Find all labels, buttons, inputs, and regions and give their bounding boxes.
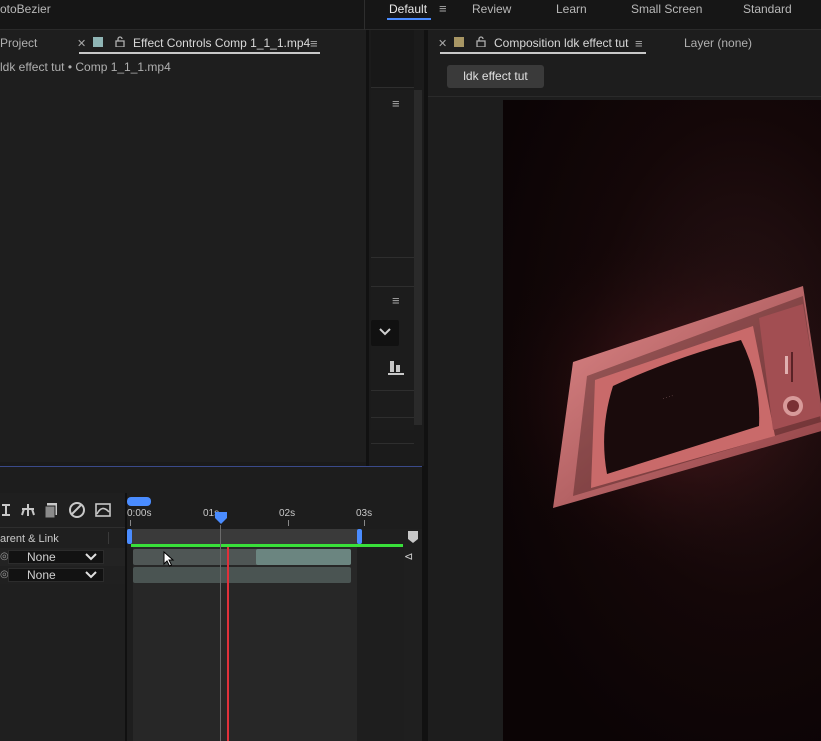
panel-color-swatch [93, 37, 103, 47]
current-time-indicator-head[interactable] [214, 511, 228, 525]
ruler-label-2: 02s [279, 508, 296, 519]
layer-bar-2[interactable] [133, 567, 351, 583]
chevron-down-icon[interactable] [85, 571, 97, 579]
strip-body [371, 90, 414, 430]
strip-header [371, 30, 414, 88]
draft-3d-icon[interactable] [68, 501, 86, 519]
timeline-header [0, 467, 422, 493]
motion-blur-icon[interactable] [19, 501, 37, 519]
divider [371, 286, 414, 287]
align-icon[interactable] [388, 359, 404, 375]
work-area-bar[interactable] [131, 529, 361, 544]
divider [371, 443, 414, 444]
work-area-start-handle[interactable] [127, 529, 132, 544]
divider [0, 527, 125, 528]
parent-dropdown-value: None [27, 550, 56, 564]
work-area-end-handle[interactable] [357, 529, 362, 544]
ruler-label-0: 0:00s [127, 508, 152, 519]
mouse-cursor-icon [163, 551, 175, 567]
workspace-default[interactable]: Default [389, 0, 427, 30]
tick [130, 520, 131, 526]
strip-scrollbar[interactable] [414, 90, 422, 425]
active-workspace-underline [387, 18, 431, 20]
parent-link-column-header: arent & Link [0, 533, 59, 545]
workspace-small-screen[interactable]: Small Screen [631, 0, 702, 30]
divider [371, 417, 414, 418]
tab-layer[interactable]: Layer (none) [684, 36, 752, 50]
graph-editor-icon[interactable] [94, 501, 112, 519]
workspace-learn[interactable]: Learn [556, 0, 587, 30]
app-title-fragment: otoBezier [0, 2, 51, 16]
panel-gutter [366, 30, 369, 466]
composition-viewer[interactable]: · · · · [503, 100, 821, 741]
parent-dropdown-value: None [27, 568, 56, 582]
workspace-bar: otoBezier Default ≡ Review Learn Small S… [0, 0, 821, 30]
close-icon[interactable]: ✕ [438, 37, 447, 50]
divider [108, 532, 109, 544]
hamburger-icon[interactable]: ≡ [392, 294, 400, 307]
chevron-down-icon[interactable] [378, 327, 392, 337]
tab-composition[interactable]: Composition ldk effect tut [494, 36, 629, 50]
current-time-indicator-line [220, 525, 221, 741]
panel-color-swatch [454, 37, 464, 47]
divider [428, 96, 821, 97]
active-tab-underline [440, 52, 646, 54]
divider [371, 257, 414, 258]
effect-controls-panel [0, 30, 366, 462]
close-icon[interactable]: ✕ [77, 37, 86, 50]
hamburger-icon[interactable]: ≡ [310, 37, 318, 50]
time-navigator-handle[interactable] [127, 497, 151, 506]
workspace-review[interactable]: Review [472, 0, 511, 30]
chevron-down-icon[interactable] [85, 553, 97, 561]
after-effects-window: otoBezier Default ≡ Review Learn Small S… [0, 0, 821, 741]
tick [288, 520, 289, 526]
tab-project[interactable]: Project [0, 36, 37, 50]
layer-bar-1-selected[interactable] [256, 549, 351, 565]
panel-gutter [424, 30, 428, 466]
frame-blending-icon[interactable] [43, 501, 61, 519]
tv-footage-frame: · · · · [503, 220, 821, 580]
hamburger-icon[interactable]: ≡ [392, 97, 400, 110]
panel-gutter [422, 466, 428, 741]
divider [364, 0, 365, 30]
lock-icon[interactable] [476, 36, 486, 47]
render-icon[interactable]: ⊲ [404, 550, 413, 563]
divider [371, 390, 414, 391]
composition-name-button[interactable]: ldk effect tut [447, 65, 544, 88]
workspace-standard[interactable]: Standard [743, 0, 792, 30]
comp-marker-bin-icon[interactable] [406, 530, 420, 544]
parent-pickwhip-icon[interactable] [0, 501, 18, 519]
active-tab-underline [79, 52, 320, 54]
time-ruler[interactable] [127, 493, 422, 529]
tick [364, 520, 365, 526]
ruler-label-3: 03s [356, 508, 373, 519]
lock-icon[interactable] [115, 36, 125, 47]
tab-effect-controls[interactable]: Effect Controls Comp 1_1_1.mp4 [133, 36, 310, 50]
hamburger-icon[interactable]: ≡ [635, 37, 643, 50]
hamburger-icon[interactable]: ≡ [439, 2, 447, 15]
breadcrumb: ldk effect tut • Comp 1_1_1.mp4 [0, 60, 171, 74]
marker-line [227, 547, 229, 741]
